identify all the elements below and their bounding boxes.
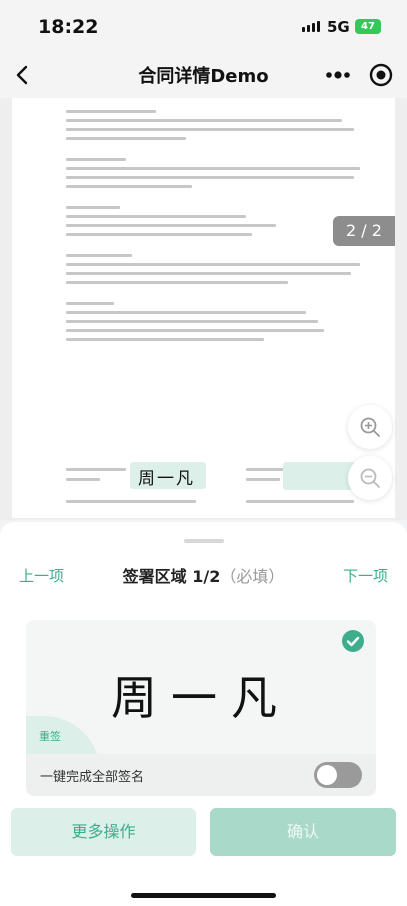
signature-field-empty[interactable] — [283, 462, 357, 490]
action-bar: 更多操作 确认 — [0, 808, 407, 868]
network-label: 5G — [327, 18, 350, 36]
target-icon — [369, 63, 393, 87]
contract-page: 2 / 2 周一凡 — [12, 98, 395, 518]
more-actions-button[interactable]: 更多操作 — [11, 808, 196, 856]
confirm-button[interactable]: 确认 — [210, 808, 396, 856]
zoom-out-icon — [360, 468, 380, 488]
contract-text — [66, 110, 366, 347]
sign-area-label: 签署区域 1/2 — [122, 567, 221, 586]
page-indicator: 2 / 2 — [333, 216, 395, 246]
home-indicator — [131, 893, 276, 898]
signal-icon — [302, 21, 320, 32]
sign-all-toggle[interactable] — [314, 762, 362, 788]
zoom-in-button[interactable] — [348, 405, 392, 449]
signature-image: 周一凡 — [111, 671, 291, 725]
resign-button[interactable]: 重签 — [39, 728, 61, 744]
zoom-out-button[interactable] — [348, 456, 392, 500]
selected-check-icon[interactable] — [342, 630, 364, 652]
battery-icon: 47 — [355, 19, 381, 34]
party-b-label — [246, 468, 286, 471]
next-item-button[interactable]: 下一项 — [343, 565, 388, 586]
party-b-date — [246, 500, 354, 503]
sign-panel: 上一项 签署区域 1/2（必填） 下一项 周一凡 重签 一键完成全部签名 更多操… — [0, 522, 407, 906]
status-time: 18:22 — [38, 16, 99, 38]
more-button[interactable] — [323, 66, 353, 84]
sign-all-row: 一键完成全部签名 — [26, 754, 376, 796]
sign-all-label: 一键完成全部签名 — [40, 770, 145, 785]
party-a-date — [66, 500, 196, 503]
nav-bar: 合同详情Demo — [0, 52, 407, 98]
status-bar: 18:22 5G 47 — [0, 0, 407, 52]
more-dots-icon — [326, 71, 350, 79]
signature-preview: 周一凡 — [138, 469, 195, 489]
target-button[interactable] — [368, 62, 394, 88]
signature-card[interactable]: 周一凡 重签 一键完成全部签名 — [26, 620, 376, 796]
party-a-label — [66, 468, 126, 471]
signature-field-filled[interactable]: 周一凡 — [130, 462, 206, 489]
toggle-knob — [317, 765, 337, 785]
required-hint: （必填） — [220, 567, 285, 586]
document-viewer[interactable]: 2 / 2 周一凡 — [0, 98, 407, 520]
zoom-in-icon — [360, 417, 380, 437]
drag-handle[interactable] — [184, 539, 224, 543]
